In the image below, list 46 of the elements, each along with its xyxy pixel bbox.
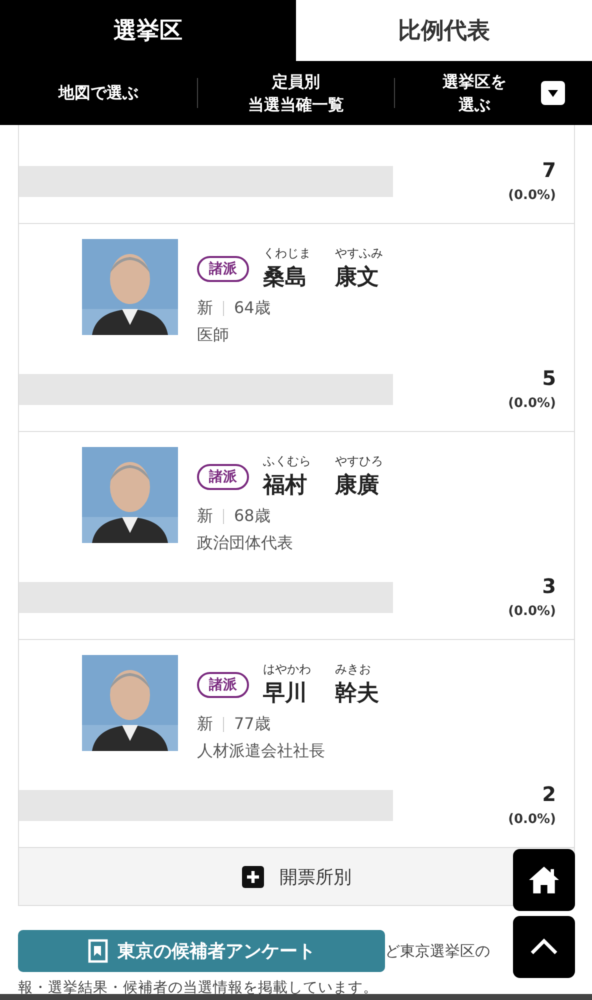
candidate-age: 64歳 — [234, 298, 270, 319]
candidate-status: 新 — [197, 714, 213, 735]
note-text: 報・選挙結果・候補者の当選情報を掲載しています。 — [18, 978, 379, 997]
candidate-status: 新 — [197, 298, 213, 319]
candidate-name: 桑島 — [263, 264, 308, 292]
vote-count: 5 — [542, 366, 556, 390]
dropdown-icon — [540, 81, 565, 105]
note-text: ど東京選挙区の — [385, 942, 490, 960]
candidate-status: 新 — [197, 506, 213, 527]
plus-icon — [242, 866, 264, 888]
survey-button[interactable]: 東京の候補者アンケート — [18, 930, 385, 972]
candidate-name: 康廣 — [335, 472, 380, 500]
name-reading: ふくむら — [263, 453, 312, 470]
candidate-age: 68歳 — [234, 506, 270, 527]
party-badge: 諸派 — [197, 256, 249, 282]
name-reading: くわじま — [263, 245, 312, 262]
candidate-name: 早川 — [263, 680, 308, 708]
survey-icon — [88, 939, 108, 963]
tab[interactable]: 比例代表 — [296, 0, 592, 61]
party-badge: 諸派 — [197, 672, 249, 698]
name-reading: やすひろ — [335, 453, 384, 470]
party-badge: 諸派 — [197, 464, 249, 490]
nav-link[interactable]: 地図で選ぶ — [0, 61, 197, 125]
vote-percent: (0.0%) — [508, 604, 556, 619]
chevron-up-icon — [529, 938, 559, 956]
name-reading: みきお — [335, 661, 372, 678]
district-select[interactable]: 選挙区を 選ぶ — [395, 61, 592, 125]
vote-percent: (0.0%) — [508, 812, 556, 827]
candidate-name: 康文 — [335, 264, 380, 292]
vote-percent: (0.0%) — [508, 396, 556, 411]
name-reading: はやかわ — [263, 661, 312, 678]
candidate-occupation: 医師 — [197, 325, 230, 346]
candidate-name: 幹夫 — [335, 680, 380, 708]
scroll-top-button[interactable] — [513, 916, 575, 978]
candidate-occupation: 政治団体代表 — [197, 533, 294, 554]
name-reading: やすふみ — [335, 245, 384, 262]
nav-link[interactable]: 定員別 当選当確一覧 — [198, 61, 394, 125]
home-icon — [527, 865, 561, 895]
vote-percent: (0.0%) — [508, 188, 556, 203]
candidate-occupation: 人材派遣会社社長 — [197, 741, 326, 762]
candidate-name: 福村 — [263, 472, 308, 500]
vote-count: 7 — [542, 158, 556, 182]
vote-count: 2 — [542, 782, 556, 806]
home-button[interactable] — [513, 849, 575, 911]
candidate-age: 77歳 — [234, 714, 270, 735]
vote-count: 3 — [542, 574, 556, 598]
